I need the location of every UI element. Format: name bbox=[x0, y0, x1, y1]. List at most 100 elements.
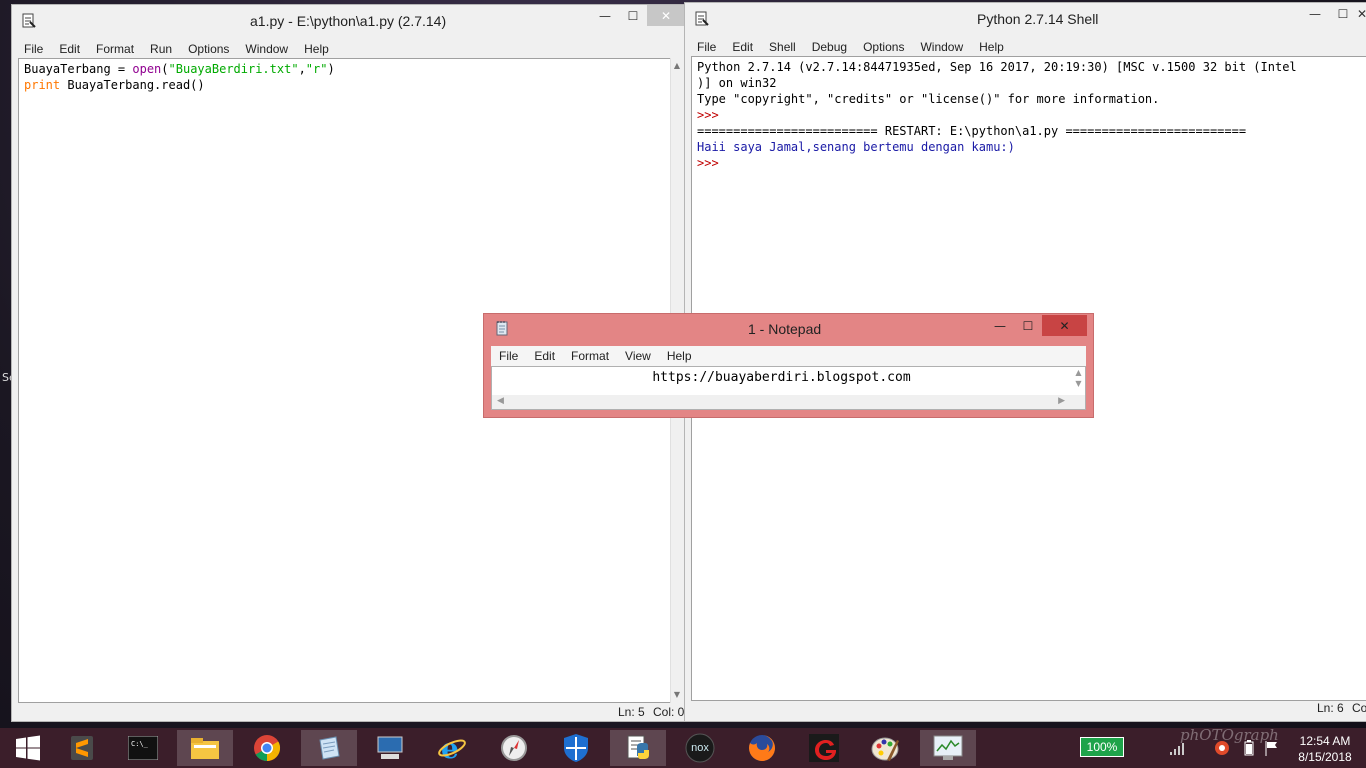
menu-help[interactable]: Help bbox=[659, 346, 700, 366]
menu-help[interactable]: Help bbox=[971, 37, 1012, 57]
notepad-window: 1 - Notepad — ☐ ✕ File Edit Format View … bbox=[483, 313, 1094, 418]
menu-format[interactable]: Format bbox=[88, 39, 142, 59]
notepad-vertical-scrollbar[interactable]: ▲ ▼ bbox=[1072, 367, 1085, 395]
menu-help[interactable]: Help bbox=[296, 39, 337, 59]
shell-banner-line: Python 2.7.14 (v2.7.14:84471935ed, Sep 1… bbox=[697, 60, 1297, 74]
notepad-menubar: File Edit Format View Help bbox=[491, 346, 1086, 366]
notepad-icon bbox=[496, 321, 508, 336]
firefox-icon bbox=[749, 735, 775, 761]
nox-label: nox bbox=[691, 742, 709, 754]
editor-titlebar[interactable]: a1.py - E:\python\a1.py (2.7.14) — ☐ ✕ bbox=[12, 5, 685, 37]
battery-icon[interactable] bbox=[1244, 740, 1254, 756]
editor-status-ln: Ln: 5 bbox=[618, 705, 645, 719]
shell-window-buttons: — ☐ ✕ bbox=[1301, 3, 1366, 25]
code-string: "r" bbox=[305, 62, 328, 76]
code-comma: , bbox=[298, 62, 306, 76]
system-tray: 100% phOTOgraph 12:54 AM 8/15/2018 bbox=[1076, 726, 1366, 768]
notepad-icon bbox=[319, 736, 340, 760]
taskbar-nox[interactable]: nox bbox=[672, 730, 728, 766]
editor-title: a1.py - E:\python\a1.py (2.7.14) bbox=[250, 13, 447, 29]
scroll-up-arrow[interactable]: ▲ bbox=[671, 60, 683, 72]
scroll-down-arrow[interactable]: ▼ bbox=[671, 689, 683, 701]
command-prompt-icon: C:\_ bbox=[128, 736, 158, 760]
code-line-1: BuayaTerbang = open("BuayaBerdiri.txt","… bbox=[24, 61, 665, 77]
taskbar-firefox[interactable] bbox=[734, 730, 790, 766]
taskbar-notepad[interactable] bbox=[301, 730, 357, 766]
menu-edit[interactable]: Edit bbox=[51, 39, 88, 59]
clock[interactable]: 12:54 AM 8/15/2018 bbox=[1288, 733, 1362, 765]
code-keyword: print bbox=[24, 78, 61, 92]
close-button[interactable]: ✕ bbox=[1357, 3, 1366, 24]
start-button[interactable] bbox=[0, 730, 56, 766]
menu-view[interactable]: View bbox=[617, 346, 659, 366]
taskbar-sublime[interactable] bbox=[54, 730, 110, 766]
shell-restart-line: ========================= RESTART: E:\py… bbox=[697, 124, 1247, 138]
flag-icon[interactable] bbox=[1264, 740, 1280, 756]
taskbar-python-idle[interactable] bbox=[610, 730, 666, 766]
notepad-title: 1 - Notepad bbox=[748, 321, 822, 337]
taskbar-chrome[interactable] bbox=[239, 730, 295, 766]
signal-icon[interactable] bbox=[1169, 742, 1191, 756]
menu-window[interactable]: Window bbox=[912, 37, 971, 57]
menu-edit[interactable]: Edit bbox=[526, 346, 563, 366]
menu-file[interactable]: File bbox=[16, 39, 51, 59]
minimize-button[interactable]: — bbox=[1301, 3, 1329, 24]
code-builtin: open bbox=[132, 62, 162, 76]
taskbar-defender[interactable] bbox=[548, 730, 604, 766]
battery-percent: 100% bbox=[1086, 740, 1118, 754]
menu-window[interactable]: Window bbox=[237, 39, 296, 59]
menu-file[interactable]: File bbox=[491, 346, 526, 366]
shell-prompt: >>> bbox=[697, 108, 726, 122]
menu-shell[interactable]: Shell bbox=[761, 37, 804, 57]
notepad-text-area[interactable]: https://buayaberdiri.blogspot.com ▲ ▼ ◀ ▶ bbox=[491, 366, 1086, 410]
maximize-button[interactable]: ☐ bbox=[619, 5, 647, 26]
shell-banner-line: Type "copyright", "credits" or "license(… bbox=[697, 92, 1160, 106]
maximize-button[interactable]: ☐ bbox=[1329, 3, 1357, 24]
sublime-text-icon bbox=[71, 736, 93, 760]
taskbar-explorer[interactable] bbox=[177, 730, 233, 766]
editor-menubar: File Edit Format Run Options Window Help bbox=[16, 39, 685, 59]
svg-text:C:\_: C:\_ bbox=[131, 740, 149, 748]
antivirus-icon[interactable] bbox=[1214, 740, 1230, 756]
file-explorer-icon bbox=[191, 738, 219, 759]
garena-icon bbox=[809, 734, 839, 762]
editor-status-col: Col: 0 bbox=[653, 705, 685, 719]
code-paren: ) bbox=[327, 62, 335, 76]
menu-options[interactable]: Options bbox=[180, 39, 237, 59]
code-text: BuayaTerbang.read() bbox=[60, 78, 205, 92]
menu-format[interactable]: Format bbox=[563, 346, 617, 366]
taskbar-ie[interactable]: e bbox=[424, 730, 480, 766]
idle-shell-icon bbox=[695, 11, 709, 26]
menu-run[interactable]: Run bbox=[142, 39, 180, 59]
menu-debug[interactable]: Debug bbox=[804, 37, 855, 57]
clock-time: 12:54 AM bbox=[1299, 734, 1351, 748]
minimize-button[interactable]: — bbox=[591, 5, 619, 26]
shell-banner-line: )] on win32 bbox=[697, 76, 777, 90]
menu-edit[interactable]: Edit bbox=[724, 37, 761, 57]
taskbar-paint[interactable] bbox=[858, 730, 914, 766]
chrome-icon bbox=[254, 735, 281, 762]
notepad-window-buttons: — ☐ ✕ bbox=[986, 315, 1087, 337]
taskbar-compass[interactable] bbox=[486, 730, 542, 766]
paint-icon bbox=[871, 737, 899, 761]
remote-desktop-icon bbox=[377, 736, 403, 759]
taskbar-remote[interactable] bbox=[362, 730, 418, 766]
notepad-horizontal-scrollbar[interactable]: ◀ ▶ bbox=[492, 395, 1085, 409]
shell-program-output: Haii saya Jamal,senang bertemu dengan ka… bbox=[697, 140, 1015, 154]
idle-file-icon bbox=[22, 13, 36, 28]
taskbar: C:\_ e nox 100% phOTOgraph 12:54 AM 8/15… bbox=[0, 726, 1366, 768]
taskbar-garena[interactable] bbox=[796, 730, 852, 766]
close-button[interactable]: ✕ bbox=[1042, 315, 1087, 336]
menu-options[interactable]: Options bbox=[855, 37, 912, 57]
taskbar-task-manager[interactable] bbox=[920, 730, 976, 766]
minimize-button[interactable]: — bbox=[986, 315, 1014, 336]
close-button[interactable]: ✕ bbox=[647, 5, 685, 26]
maximize-button[interactable]: ☐ bbox=[1014, 315, 1042, 336]
shell-status-ln: Ln: 6 bbox=[1317, 701, 1344, 715]
taskbar-cmd[interactable]: C:\_ bbox=[115, 730, 171, 766]
battery-indicator[interactable]: 100% bbox=[1080, 737, 1124, 757]
shell-menubar: File Edit Shell Debug Options Window Hel… bbox=[689, 37, 1366, 57]
shell-titlebar[interactable]: Python 2.7.14 Shell — ☐ ✕ bbox=[685, 3, 1366, 35]
menu-file[interactable]: File bbox=[689, 37, 724, 57]
task-manager-icon bbox=[933, 735, 963, 760]
